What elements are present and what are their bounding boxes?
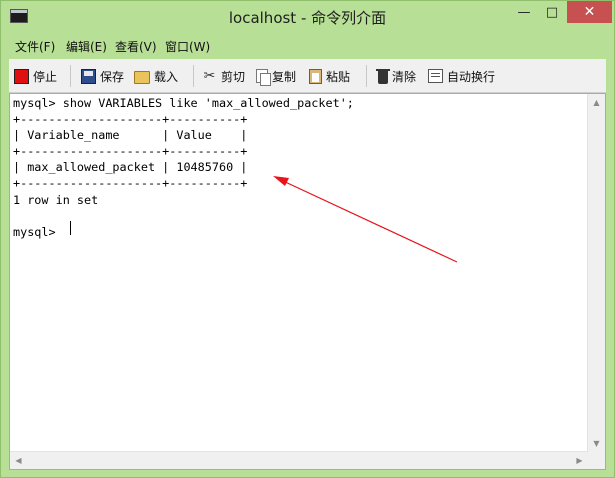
annotation-overlay	[273, 176, 458, 263]
annotation-arrow-head	[273, 176, 289, 186]
annotation-arrow-line	[280, 179, 458, 263]
